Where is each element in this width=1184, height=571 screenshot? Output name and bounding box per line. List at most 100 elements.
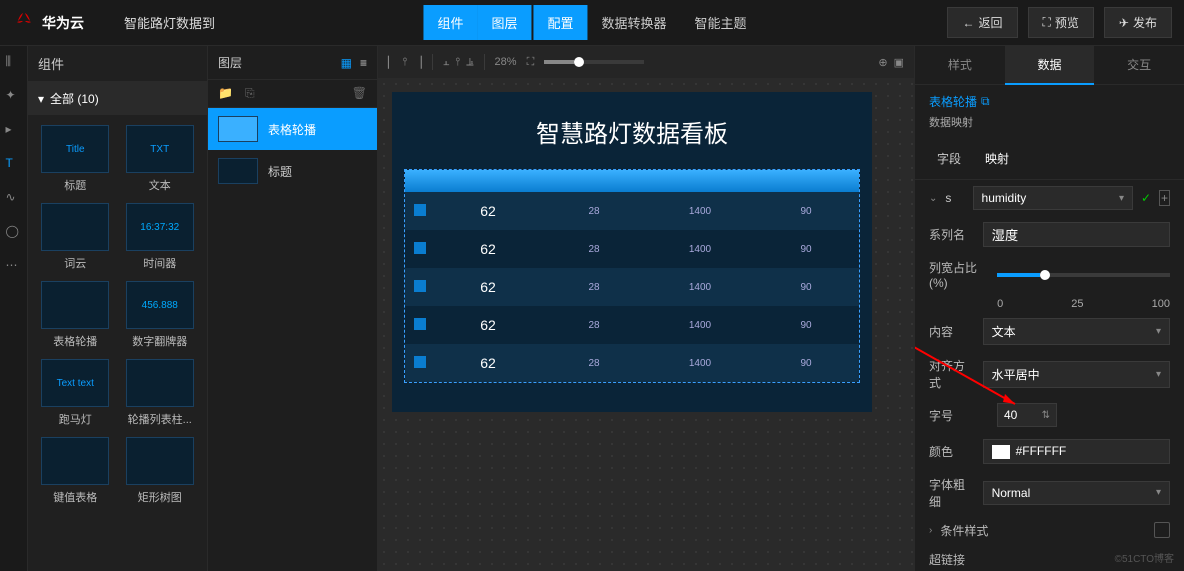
preview-icon: ⛶ xyxy=(1043,15,1051,30)
grid-view-icon[interactable]: ▦ xyxy=(341,56,352,70)
check-icon: ✓ xyxy=(1141,191,1151,205)
link-label: 超链接 xyxy=(929,551,989,568)
add-button[interactable]: + xyxy=(1159,190,1170,206)
media-icon[interactable]: ▸ xyxy=(6,122,22,138)
properties-panel: 样式 数据 交互 表格轮播⧉ 数据映射 字段 映射 ⌄ s humidity▾ … xyxy=(914,46,1184,571)
table-widget[interactable]: 6228140090 6228140090 6228140090 6228140… xyxy=(404,169,860,383)
weight-label: 字体粗细 xyxy=(929,476,975,510)
dashboard[interactable]: 智慧路灯数据看板 6228140090 6228140090 622814009… xyxy=(392,92,872,412)
shape-icon[interactable]: ✦ xyxy=(6,88,22,104)
delete-icon[interactable]: 🗑 xyxy=(352,86,367,101)
layer-title[interactable]: 标题 xyxy=(208,150,377,192)
comp-number-flip[interactable]: 456.888数字翻牌器 xyxy=(123,281,198,349)
watermark: ©51CTO博客 xyxy=(1115,550,1174,565)
comp-table-carousel[interactable]: 表格轮播 xyxy=(38,281,113,349)
table-row: 6228140090 xyxy=(405,268,859,306)
more-icon[interactable]: ⋯ xyxy=(6,258,22,274)
align-top-icon[interactable]: ⫠ xyxy=(443,56,450,69)
play-icon xyxy=(414,318,426,330)
color-swatch xyxy=(992,445,1010,459)
chevron-down-icon: ▾ xyxy=(38,92,44,106)
align-left-icon[interactable]: ▏ xyxy=(388,56,396,69)
play-icon xyxy=(414,356,426,368)
components-panel: 组件 ▾全部 (10) Title标题 TXT文本 词云 16:37:32时间器… xyxy=(28,46,208,571)
fit-icon[interactable]: ⛶ xyxy=(527,56,535,69)
color-label: 颜色 xyxy=(929,443,975,460)
category-strip: ⫼ ✦ ▸ T ∿ ◯ ⋯ xyxy=(0,46,28,571)
comp-kv-table[interactable]: 键值表格 xyxy=(38,437,113,505)
external-icon: ⧉ xyxy=(981,94,990,109)
list-view-icon[interactable]: ≡ xyxy=(360,56,367,70)
dashboard-title: 智慧路灯数据看板 xyxy=(404,114,860,149)
table-row: 6228140090 xyxy=(405,230,859,268)
canvas[interactable]: 智慧路灯数据看板 6228140090 6228140090 622814009… xyxy=(378,78,914,571)
back-button[interactable]: ←返回 xyxy=(947,7,1017,38)
mapping-select[interactable]: humidity▾ xyxy=(973,186,1133,210)
folder-icon[interactable]: 📁 xyxy=(218,86,233,101)
loop-icon[interactable]: ◯ xyxy=(6,224,22,240)
chevron-right-icon[interactable]: › xyxy=(929,525,932,536)
layer-table-carousel[interactable]: 表格轮播 xyxy=(208,108,377,150)
align-center-icon[interactable]: ⫯ xyxy=(402,56,407,69)
tab-config[interactable]: 配置 xyxy=(533,5,587,40)
text-icon[interactable]: T xyxy=(6,156,22,172)
play-icon xyxy=(414,280,426,292)
top-actions: ←返回 ⛶预览 ✈发布 xyxy=(947,7,1172,38)
align-right-icon[interactable]: ▕ xyxy=(413,56,421,69)
color-input[interactable]: #FFFFFF xyxy=(983,439,1170,464)
tab-converter[interactable]: 数据转换器 xyxy=(588,5,681,40)
layout-icon[interactable]: ▣ xyxy=(894,56,904,69)
series-label: 系列名 xyxy=(929,226,975,243)
content-select[interactable]: 文本▾ xyxy=(983,318,1170,345)
publish-button[interactable]: ✈发布 xyxy=(1104,7,1172,38)
font-label: 字号 xyxy=(929,407,989,424)
width-label: 列宽占比 (%) xyxy=(929,259,989,290)
comp-text[interactable]: TXT文本 xyxy=(123,125,198,193)
mapping-label: 数据映射 xyxy=(929,114,1170,130)
canvas-area: ▏ ⫯ ▕ ⫠ ⫯ ⫡ 28% ⛶ ⊕ ▣ xyxy=(378,46,914,571)
chart-icon[interactable]: ⫼ xyxy=(6,54,22,70)
layer-thumb xyxy=(218,116,258,142)
all-toggle[interactable]: ▾全部 (10) xyxy=(28,82,207,115)
font-size-input[interactable]: 40⇅ xyxy=(997,403,1057,427)
preview-button[interactable]: ⛶预览 xyxy=(1028,7,1094,38)
canvas-toolbar: ▏ ⫯ ▕ ⫠ ⫯ ⫡ 28% ⛶ ⊕ ▣ xyxy=(378,46,914,78)
align-select[interactable]: 水平居中▾ xyxy=(983,361,1170,388)
play-icon xyxy=(414,242,426,254)
comp-wordcloud[interactable]: 词云 xyxy=(38,203,113,271)
layer-thumb xyxy=(218,158,258,184)
layers-title: 图层 xyxy=(218,54,242,71)
width-slider[interactable] xyxy=(997,273,1170,277)
back-icon: ← xyxy=(962,16,974,30)
align-middle-icon[interactable]: ⫯ xyxy=(455,56,460,69)
comp-timer[interactable]: 16:37:32时间器 xyxy=(123,203,198,271)
tab-layer[interactable]: 图层 xyxy=(477,5,531,40)
tab-component[interactable]: 组件 xyxy=(423,5,477,40)
table-row: 6228140090 xyxy=(405,306,859,344)
comp-carousel-bar[interactable]: 轮播列表柱... xyxy=(123,359,198,427)
expand-icon[interactable]: ⊕ xyxy=(878,56,887,69)
tab-data[interactable]: 数据 xyxy=(1005,46,1095,85)
weight-select[interactable]: Normal▾ xyxy=(983,481,1170,505)
tab-style[interactable]: 样式 xyxy=(915,46,1005,85)
layers-panel: 图层 ▦ ≡ 📁 ⎘ 🗑 表格轮播 标题 xyxy=(208,46,378,571)
project-title[interactable]: 智能路灯数据到 xyxy=(124,13,215,32)
inner-tab-mapping[interactable]: 映射 xyxy=(983,144,1011,173)
components-grid: Title标题 TXT文本 词云 16:37:32时间器 表格轮播 456.88… xyxy=(28,115,207,515)
link-icon[interactable]: ∿ xyxy=(6,190,22,206)
align-bottom-icon[interactable]: ⫡ xyxy=(466,56,473,69)
header: 华为云 智能路灯数据到 组件 图层 配置 数据转换器 智能主题 ←返回 ⛶预览 … xyxy=(0,0,1184,46)
widget-link[interactable]: 表格轮播⧉ xyxy=(929,93,1170,110)
comp-title[interactable]: Title标题 xyxy=(38,125,113,193)
series-input[interactable] xyxy=(983,222,1170,247)
comp-marquee[interactable]: Text text跑马灯 xyxy=(38,359,113,427)
tab-theme[interactable]: 智能主题 xyxy=(681,5,761,40)
chevron-down-icon[interactable]: ⌄ xyxy=(929,193,937,204)
tab-interact[interactable]: 交互 xyxy=(1094,46,1184,85)
inner-tab-field[interactable]: 字段 xyxy=(935,144,963,173)
cond-checkbox[interactable] xyxy=(1154,522,1170,538)
zoom-slider[interactable] xyxy=(544,60,644,64)
comp-treemap[interactable]: 矩形树图 xyxy=(123,437,198,505)
top-tabs: 组件 图层 配置 数据转换器 智能主题 xyxy=(423,5,760,40)
copy-icon[interactable]: ⎘ xyxy=(245,86,255,101)
